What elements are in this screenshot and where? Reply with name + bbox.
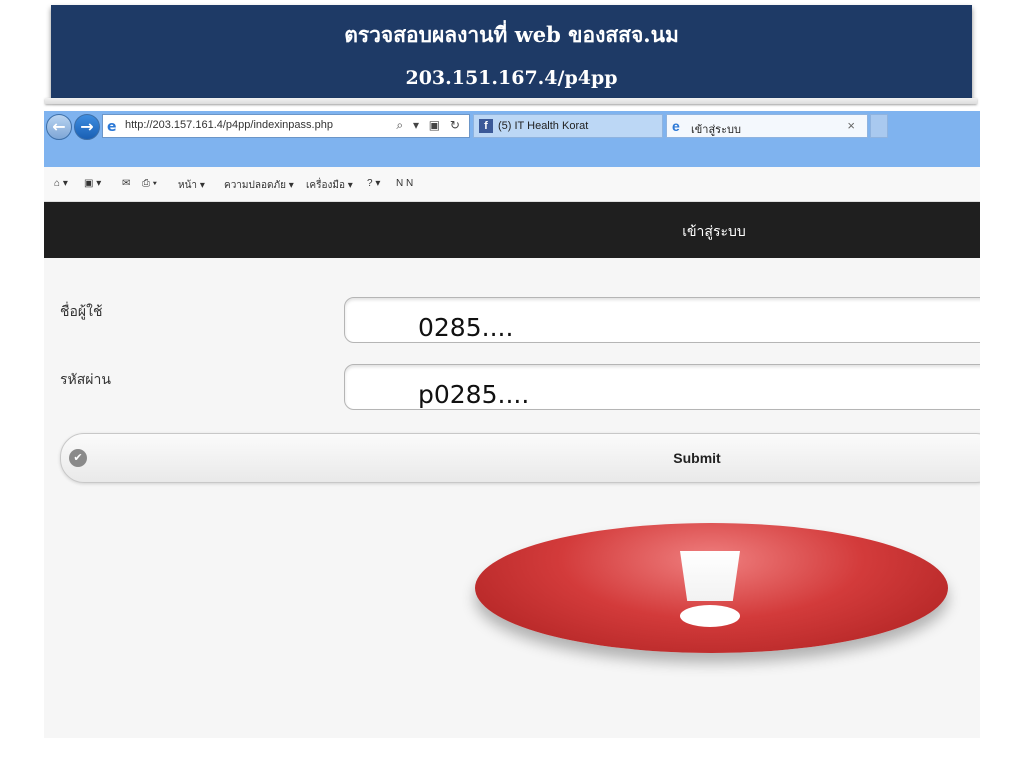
username-input[interactable]: 0285.... xyxy=(344,297,980,343)
ie-icon: e xyxy=(672,118,680,134)
tab-it-health-korat[interactable]: f (5) IT Health Korat xyxy=(473,114,663,138)
submit-button[interactable]: ✔ Submit xyxy=(60,433,980,483)
slide-title: ตรวจสอบผลงานที่ web ของสสจ.นม xyxy=(344,22,679,47)
address-bar[interactable]: e http://203.157.161.4/p4pp/indexinpass.… xyxy=(102,114,470,138)
page-title: เข้าสู่ระบบ xyxy=(682,223,746,239)
tab-login[interactable]: e เข้าสู่ระบบ × xyxy=(666,114,868,138)
feeds-icon[interactable]: ▣ ▾ xyxy=(84,178,101,189)
back-button[interactable]: ← xyxy=(46,114,72,140)
help-icon[interactable]: ? ▾ xyxy=(367,178,380,189)
print-icon[interactable]: ⎙ ▾ xyxy=(142,178,157,189)
menu-safety[interactable]: ความปลอดภัย ▾ xyxy=(224,178,294,193)
page-header: เข้าสู่ระบบ xyxy=(44,202,980,258)
forward-button[interactable]: → xyxy=(74,114,100,140)
new-tab-button[interactable] xyxy=(870,114,888,138)
slide-subtitle-url: 203.151.167.4/p4pp xyxy=(405,67,618,89)
facebook-icon: f xyxy=(479,119,493,133)
mail-icon[interactable]: ✉ xyxy=(122,178,130,189)
slide-title-banner: ตรวจสอบผลงานที่ web ของสสจ.นม 203.151.16… xyxy=(51,5,972,98)
close-icon[interactable]: × xyxy=(847,118,855,133)
address-bar-icons[interactable]: ⌕ ▾ ▣ ↻ xyxy=(396,118,463,133)
submit-label: Submit xyxy=(673,450,721,466)
menu-tools[interactable]: เครื่องมือ ▾ xyxy=(306,178,353,193)
tab-label: เข้าสู่ระบบ xyxy=(691,124,741,136)
home-icon[interactable]: ⌂ ▾ xyxy=(54,178,68,189)
exclamation-dot xyxy=(680,605,740,627)
menu-page[interactable]: หน้า ▾ xyxy=(178,178,205,193)
extension-icons[interactable]: N N xyxy=(396,178,413,189)
banner-divider xyxy=(45,98,977,104)
username-label: ชื่อผู้ใช้ xyxy=(60,304,103,320)
tab-label: (5) IT Health Korat xyxy=(498,120,589,132)
command-bar: ⌂ ▾ ▣ ▾ ✉ ⎙ ▾ หน้า ▾ ความปลอดภัย ▾ เครื่… xyxy=(44,167,980,202)
ie-icon: e xyxy=(107,119,117,135)
password-label: รหัสผ่าน xyxy=(60,372,111,388)
browser-tab-bar: ← → e http://203.157.161.4/p4pp/indexinp… xyxy=(44,111,980,167)
browser-screenshot: ← → e http://203.157.161.4/p4pp/indexinp… xyxy=(44,111,980,738)
address-url: http://203.157.161.4/p4pp/indexinpass.ph… xyxy=(125,119,333,131)
exclamation-icon xyxy=(475,523,948,653)
password-input[interactable]: p0285.... xyxy=(344,364,980,410)
exclamation-bar xyxy=(680,551,740,601)
